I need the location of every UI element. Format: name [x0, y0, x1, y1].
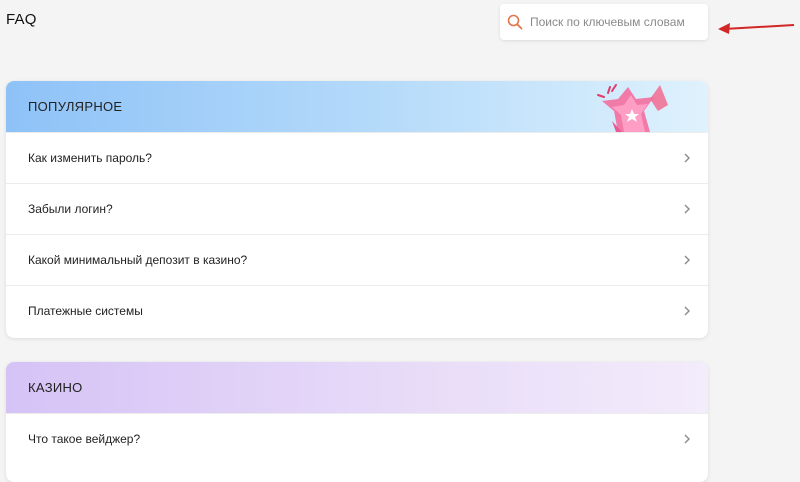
section-title: ПОПУЛЯРНОЕ	[28, 99, 123, 114]
faq-item-label: Что такое вейджер?	[28, 432, 141, 446]
section-header-popular: ПОПУЛЯРНОЕ	[6, 81, 708, 132]
chevron-right-icon	[682, 434, 692, 444]
faq-item-label: Платежные системы	[28, 304, 143, 318]
faq-item-label: Какой минимальный депозит в казино?	[28, 253, 248, 267]
faq-item-label: Забыли логин?	[28, 202, 113, 216]
section-title: КАЗИНО	[28, 380, 83, 395]
faq-item[interactable]: Как изменить пароль?	[6, 132, 708, 183]
page-title: FAQ	[6, 11, 37, 28]
faq-item[interactable]: Какой минимальный депозит в казино?	[6, 234, 708, 285]
search-box[interactable]	[500, 4, 708, 40]
chevron-right-icon	[682, 306, 692, 316]
arrow-annotation	[718, 23, 795, 34]
chevron-right-icon	[682, 153, 692, 163]
chevron-right-icon	[682, 204, 692, 214]
section-casino: КАЗИНО Что такое вейджер?	[6, 362, 708, 482]
chevron-right-icon	[682, 255, 692, 265]
faq-item[interactable]: Что такое вейджер?	[6, 413, 708, 464]
faq-item-label: Как изменить пароль?	[28, 151, 152, 165]
star-decoration-icon	[597, 84, 668, 132]
search-input[interactable]	[530, 15, 700, 29]
section-popular: ПОПУЛЯРНОЕ Как изменить пароль? Забыли л…	[6, 81, 708, 338]
section-header-casino: КАЗИНО	[6, 362, 708, 413]
faq-item[interactable]: Платежные системы	[6, 285, 708, 336]
search-icon	[506, 13, 524, 31]
faq-item[interactable]: Забыли логин?	[6, 183, 708, 234]
